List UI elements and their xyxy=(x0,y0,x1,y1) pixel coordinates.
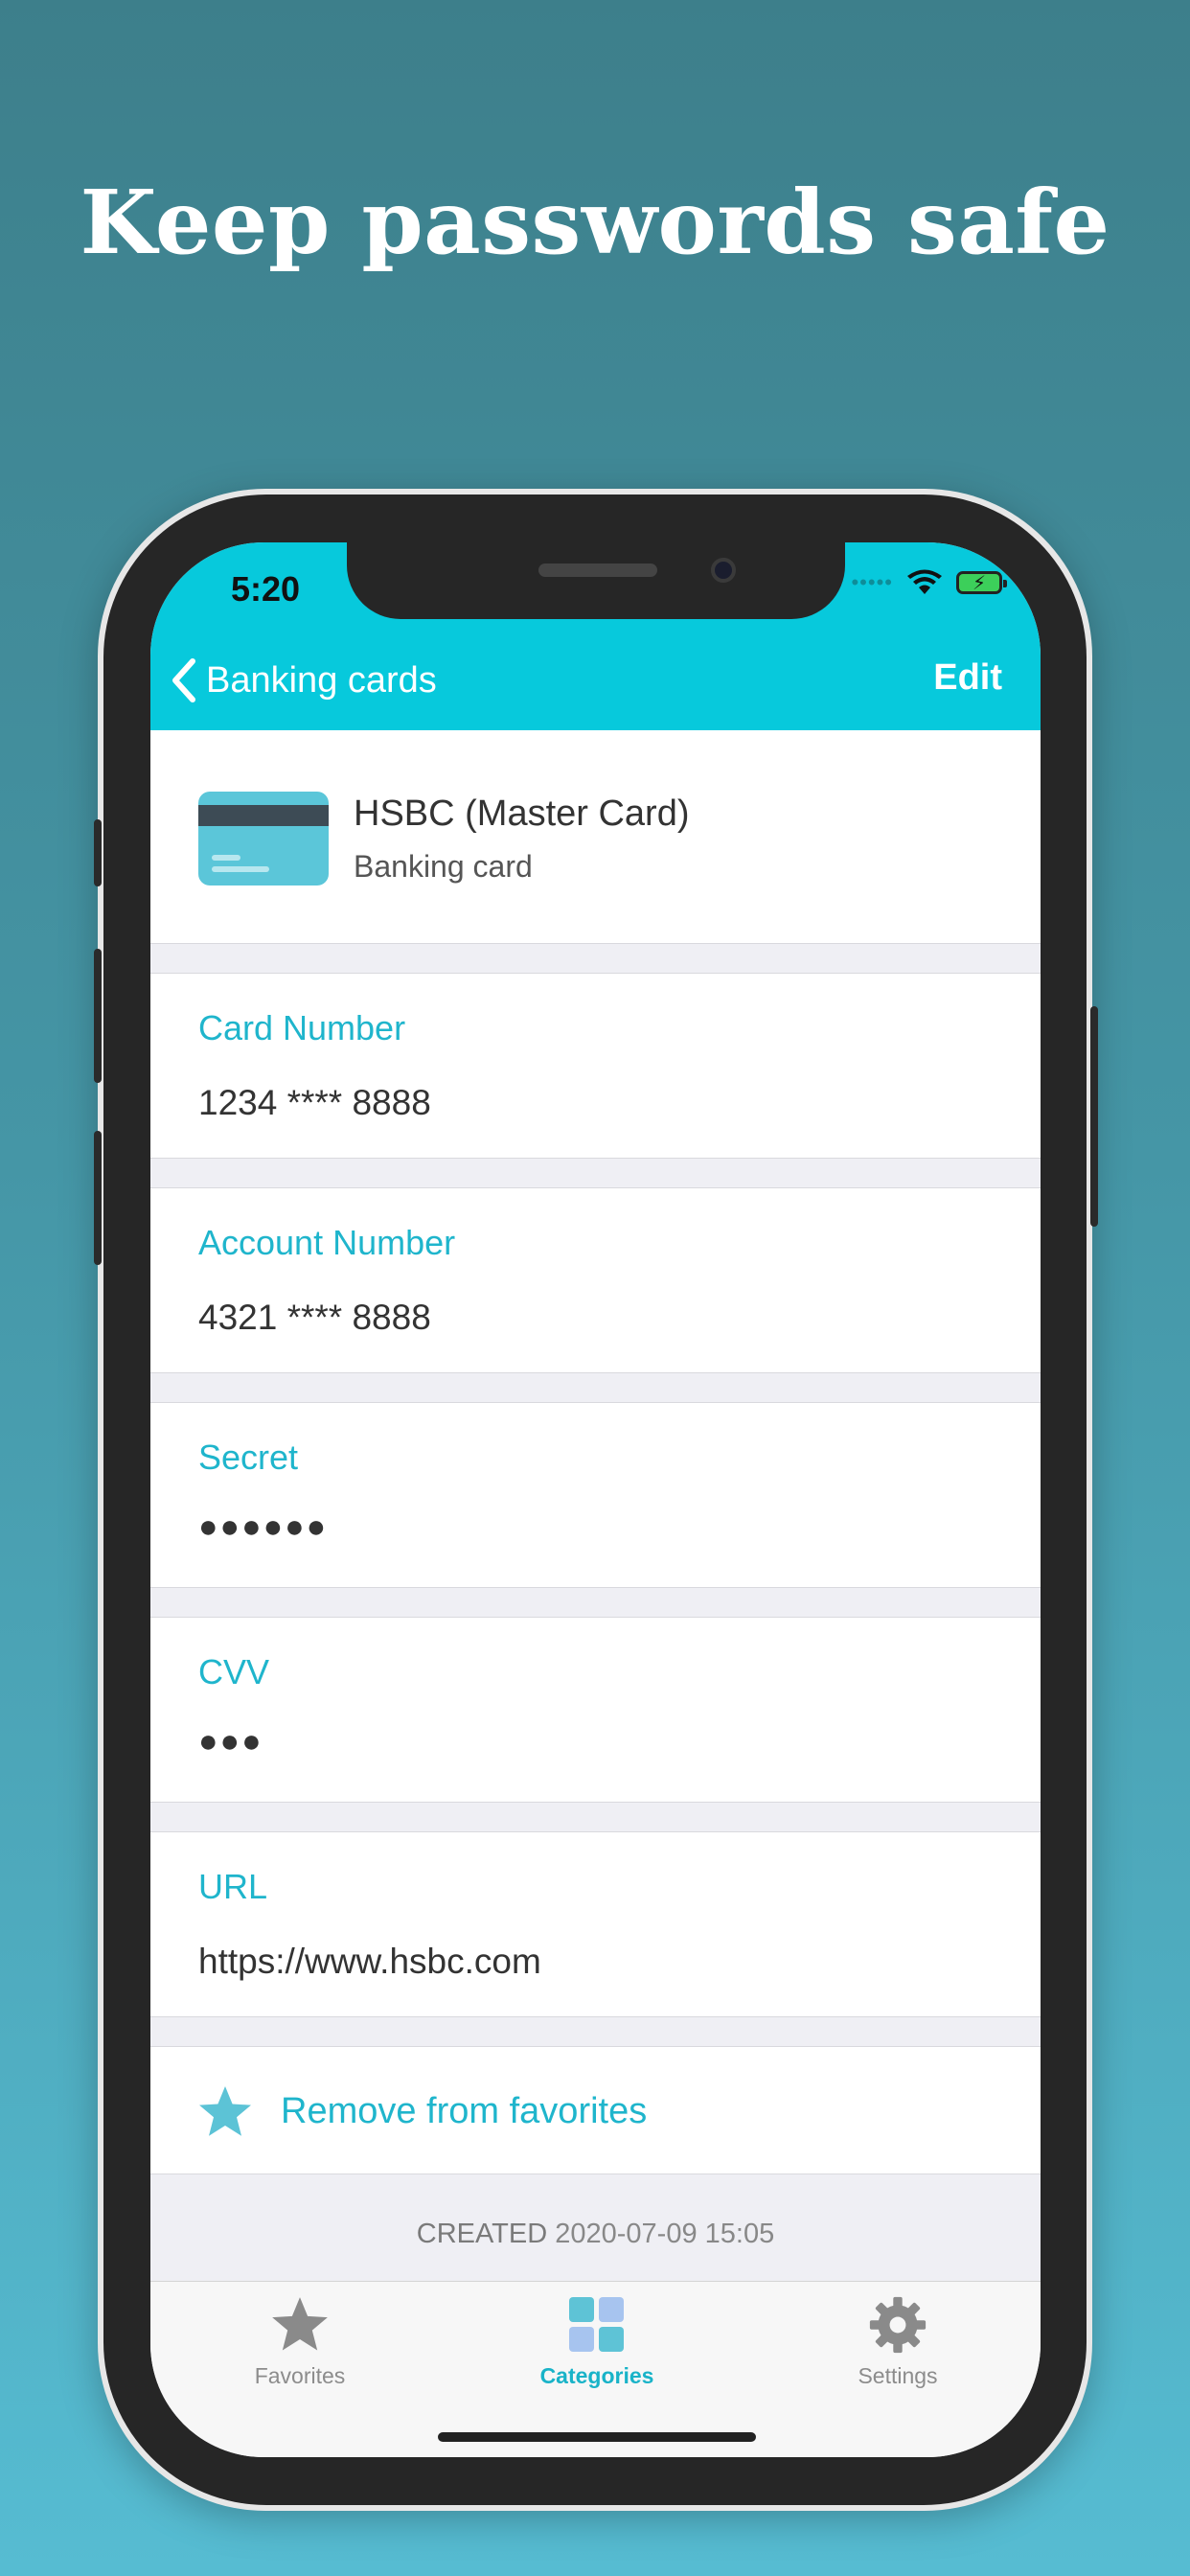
field-label: Secret xyxy=(198,1438,299,1477)
section-separator xyxy=(150,1588,1041,1618)
item-category: Banking card xyxy=(354,849,533,884)
remove-favorite-label: Remove from favorites xyxy=(281,2091,648,2131)
field-value[interactable]: https://www.hsbc.com xyxy=(198,1942,541,1982)
item-header: HSBC (Master Card) Banking card xyxy=(150,730,1041,944)
item-title: HSBC (Master Card) xyxy=(354,794,690,834)
field-label: Account Number xyxy=(198,1223,456,1262)
tab-label: Favorites xyxy=(254,2363,346,2388)
status-time: 5:20 xyxy=(231,569,301,609)
tab-bar: Favorites Categories Settings xyxy=(150,2281,1041,2457)
section-separator xyxy=(150,944,1041,974)
speaker-grille xyxy=(538,564,657,577)
field-value[interactable]: 1234 **** 8888 xyxy=(198,1083,431,1123)
star-icon xyxy=(272,2297,328,2351)
edit-button[interactable]: Edit xyxy=(933,657,1002,699)
field-value[interactable]: ●●● xyxy=(198,1723,263,1760)
tab-label: Settings xyxy=(858,2363,938,2388)
field-card-number[interactable]: Card Number 1234 **** 8888 xyxy=(150,974,1041,1159)
home-indicator[interactable] xyxy=(438,2432,756,2442)
battery-icon: ⚡ xyxy=(956,571,1007,594)
field-url[interactable]: URL https://www.hsbc.com xyxy=(150,1832,1041,2017)
tab-settings[interactable]: Settings xyxy=(802,2295,994,2389)
grid-icon xyxy=(569,2297,624,2352)
volume-down-button xyxy=(94,1131,102,1265)
back-label: Banking cards xyxy=(206,659,437,701)
power-button xyxy=(1090,1006,1098,1227)
section-separator xyxy=(150,1373,1041,1403)
chevron-left-icon xyxy=(172,658,195,702)
field-value[interactable]: ●●●●●● xyxy=(198,1508,328,1546)
notch xyxy=(347,542,845,619)
headline: Keep passwords safe xyxy=(80,171,1110,274)
gear-icon xyxy=(869,2296,927,2354)
front-camera xyxy=(711,558,736,583)
credit-card-icon xyxy=(198,792,329,886)
section-separator xyxy=(150,2017,1041,2047)
wifi-icon xyxy=(907,569,942,594)
created-date: 2020-07-09 15:05 xyxy=(555,2219,775,2249)
field-label: CVV xyxy=(198,1652,270,1691)
field-value[interactable]: 4321 **** 8888 xyxy=(198,1298,431,1338)
section-separator xyxy=(150,1159,1041,1188)
field-label: Card Number xyxy=(198,1008,406,1047)
remove-favorite-button[interactable]: Remove from favorites xyxy=(150,2047,1041,2174)
detail-list: HSBC (Master Card) Banking card Card Num… xyxy=(150,730,1041,2286)
field-label: URL xyxy=(198,1867,268,1906)
phone-screen: 5:20 ••••• ⚡ Banking cards Edit HSBC (Ma… xyxy=(150,542,1041,2457)
field-account-number[interactable]: Account Number 4321 **** 8888 xyxy=(150,1188,1041,1373)
section-separator xyxy=(150,1803,1041,1832)
field-cvv[interactable]: CVV ●●● xyxy=(150,1618,1041,1803)
navigation-bar: 5:20 ••••• ⚡ Banking cards Edit xyxy=(150,542,1041,730)
tab-favorites[interactable]: Favorites xyxy=(204,2295,396,2389)
status-icons: ••••• ⚡ xyxy=(851,569,1007,596)
mute-switch xyxy=(94,819,102,886)
signal-icon: ••••• xyxy=(851,570,893,594)
tab-categories[interactable]: Categories xyxy=(501,2295,693,2389)
created-footer: CREATED 2020-07-09 15:05 xyxy=(150,2174,1041,2286)
tab-label: Categories xyxy=(539,2363,654,2388)
created-label: CREATED xyxy=(416,2219,548,2249)
field-secret[interactable]: Secret ●●●●●● xyxy=(150,1403,1041,1588)
star-icon xyxy=(199,2086,251,2136)
back-button[interactable]: Banking cards xyxy=(170,657,437,703)
volume-up-button xyxy=(94,949,102,1083)
